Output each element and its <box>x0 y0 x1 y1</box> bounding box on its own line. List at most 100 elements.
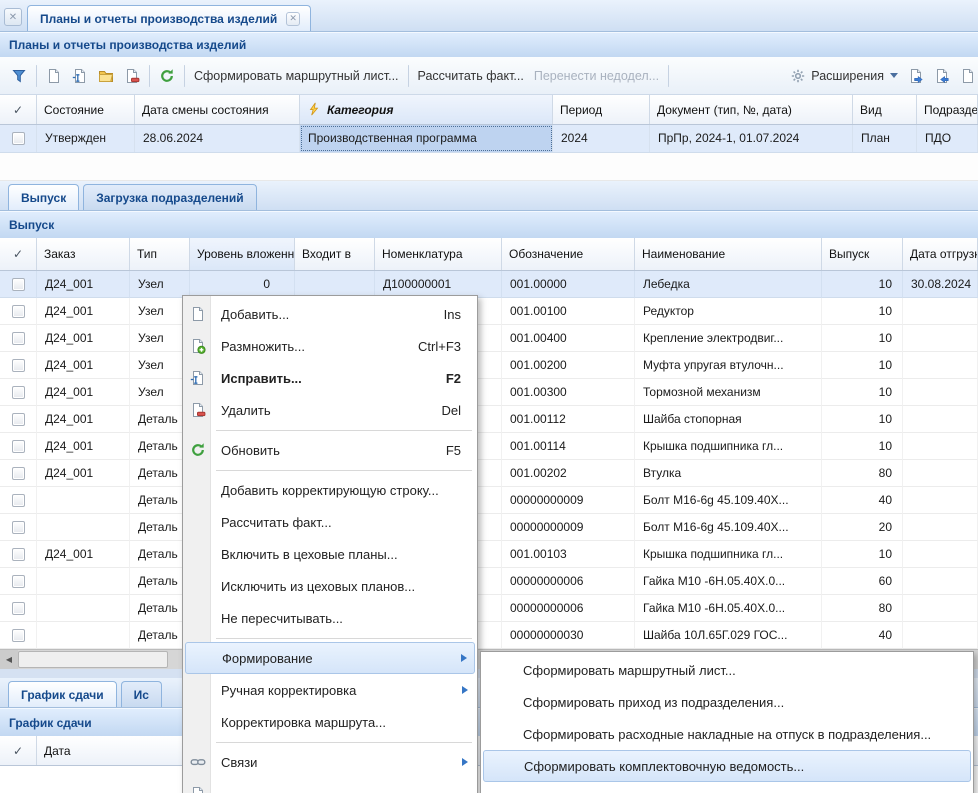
tab-zagruzka-podrazdeleniy[interactable]: Загрузка подразделений <box>83 184 256 210</box>
menu-item-refresh[interactable]: Обновить F5 <box>185 434 475 466</box>
tab-clipped[interactable]: Ис <box>121 681 162 707</box>
menu-item-no-recalc[interactable]: Не пересчитывать... <box>185 602 475 634</box>
row-checkbox[interactable] <box>12 521 25 534</box>
col-check[interactable]: ✓ <box>0 736 37 765</box>
col-type[interactable]: Тип <box>130 238 190 270</box>
row-checkbox[interactable] <box>12 413 25 426</box>
cell-category[interactable]: Производственная программа <box>300 125 553 152</box>
col-period[interactable]: Период <box>553 95 650 124</box>
menu-item-calc-fact[interactable]: Рассчитать факт... <box>185 506 475 538</box>
export-button[interactable] <box>903 63 929 89</box>
output-grid-row[interactable]: Д24_001 Узел 001.00300 Тормозной механиз… <box>0 379 978 406</box>
col-state-date[interactable]: Дата смены состояния <box>135 95 300 124</box>
output-grid-row[interactable]: Д24_001 Узел 001.00400 Крепление электро… <box>0 325 978 352</box>
row-checkbox[interactable] <box>12 278 25 291</box>
col-state[interactable]: Состояние <box>37 95 135 124</box>
row-checkbox[interactable] <box>12 332 25 345</box>
output-grid-row[interactable]: Д24_001 Деталь 001.00112 Шайба стопорная… <box>0 406 978 433</box>
row-checkbox[interactable] <box>12 602 25 615</box>
scroll-thumb[interactable] <box>18 651 168 668</box>
row-checkbox[interactable] <box>12 305 25 318</box>
output-grid-row[interactable]: Деталь 00000000009 Болт М16-6g 45.109.40… <box>0 487 978 514</box>
menu-item-manual-correction[interactable]: Ручная корректировка <box>185 674 475 706</box>
extensions-button[interactable]: Расширения <box>785 63 903 89</box>
clipped-edge-button[interactable] <box>955 63 978 89</box>
refresh-button[interactable] <box>154 63 180 89</box>
submenu-item-clipped[interactable]: Сф... <box>483 782 971 793</box>
col-check[interactable]: ✓ <box>0 95 37 124</box>
tab-vypusk[interactable]: Выпуск <box>8 184 79 210</box>
edit-button[interactable] <box>67 63 93 89</box>
menu-item-clipped[interactable] <box>185 778 475 793</box>
cell-document: ПрПр, 2024-1, 01.07.2024 <box>650 125 853 152</box>
cell-period: 2024 <box>553 125 650 152</box>
cell-output-qty: 40 <box>822 622 903 649</box>
toolbar: Сформировать маршрутный лист... Рассчита… <box>0 57 978 95</box>
add-button[interactable] <box>41 63 67 89</box>
col-check[interactable]: ✓ <box>0 238 37 270</box>
col-parent[interactable]: Входит в <box>295 238 375 270</box>
toolbar-separator <box>408 65 409 87</box>
row-checkbox[interactable] <box>12 440 25 453</box>
output-grid-row[interactable]: Д24_001 Узел 001.00200 Муфта упругая вту… <box>0 352 978 379</box>
tabstrip-close-button[interactable]: ✕ <box>4 8 22 26</box>
row-checkbox[interactable] <box>12 132 25 145</box>
row-checkbox[interactable] <box>12 467 25 480</box>
menu-item-exclude-shop-plans[interactable]: Исключить из цеховых планов... <box>185 570 475 602</box>
import-button[interactable] <box>929 63 955 89</box>
output-grid-row[interactable]: Деталь 00000000030 Шайба 10Л.65Г.029 ГОС… <box>0 622 978 649</box>
output-grid-row[interactable]: Д24_001 Узел 0 Д100000001 001.00000 Лебе… <box>0 271 978 298</box>
col-nesting-level[interactable]: Уровень вложенности <box>190 238 295 270</box>
row-checkbox[interactable] <box>12 575 25 588</box>
menu-item-formation[interactable]: Формирование <box>185 642 475 674</box>
menu-item-duplicate[interactable]: Размножить... Ctrl+F3 <box>185 330 475 362</box>
output-grid-row[interactable]: Деталь 00000000006 Гайка М10 -6Н.05.40Х.… <box>0 595 978 622</box>
menu-item-edit[interactable]: Исправить... F2 <box>185 362 475 394</box>
submenu-item-form-picking-list[interactable]: Сформировать комплектовочную ведомость..… <box>483 750 971 782</box>
menu-item-include-shop-plans[interactable]: Включить в цеховые планы... <box>185 538 475 570</box>
menu-item-links[interactable]: Связи <box>185 746 475 778</box>
col-ship-date[interactable]: Дата отгрузки <box>903 238 978 270</box>
output-grid-row[interactable]: Д24_001 Деталь 001.00114 Крышка подшипни… <box>0 433 978 460</box>
scroll-left-button[interactable]: ◀ <box>0 650 18 669</box>
menu-item-add-correction-row[interactable]: Добавить корректирующую строку... <box>185 474 475 506</box>
calc-fact-button[interactable]: Рассчитать факт... <box>413 63 529 89</box>
col-nomenclature[interactable]: Номенклатура <box>375 238 502 270</box>
col-output[interactable]: Выпуск <box>822 238 903 270</box>
col-kind[interactable]: Вид <box>853 95 917 124</box>
col-document[interactable]: Документ (тип, №, дата) <box>650 95 853 124</box>
menu-item-delete[interactable]: Удалить Del <box>185 394 475 426</box>
plans-grid-empty-area <box>0 153 978 181</box>
row-checkbox[interactable] <box>12 548 25 561</box>
output-grid-row[interactable]: Д24_001 Узел 001.00100 Редуктор 10 <box>0 298 978 325</box>
col-order[interactable]: Заказ <box>37 238 130 270</box>
col-department[interactable]: Подразделение <box>917 95 978 124</box>
cell-order <box>37 514 130 541</box>
tab-grafik-sdachi[interactable]: График сдачи <box>8 681 117 707</box>
delete-button[interactable] <box>119 63 145 89</box>
submenu-item-form-receipt[interactable]: Сформировать приход из подразделения... <box>483 686 971 718</box>
row-checkbox[interactable] <box>12 386 25 399</box>
row-checkbox[interactable] <box>12 494 25 507</box>
filter-button[interactable] <box>6 63 32 89</box>
open-button[interactable] <box>93 63 119 89</box>
menu-item-add[interactable]: Добавить... Ins <box>185 298 475 330</box>
row-checkbox[interactable] <box>12 359 25 372</box>
menu-item-route-correction[interactable]: Корректировка маршрута... <box>185 706 475 738</box>
output-grid-row[interactable]: Деталь 00000000006 Гайка М10 -6Н.05.40Х.… <box>0 568 978 595</box>
col-name[interactable]: Наименование <box>635 238 822 270</box>
output-grid-row[interactable]: Д24_001 Деталь 001.00103 Крышка подшипни… <box>0 541 978 568</box>
col-designation[interactable]: Обозначение <box>502 238 635 270</box>
row-checkbox[interactable] <box>12 629 25 642</box>
submenu-item-form-route-sheet[interactable]: Сформировать маршрутный лист... <box>483 654 971 686</box>
transfer-backlog-button[interactable]: Перенести недодел... <box>529 63 664 89</box>
output-grid-row[interactable]: Деталь 00000000009 Болт М16-6g 45.109.40… <box>0 514 978 541</box>
cell-type: Узел <box>130 271 190 298</box>
form-route-sheet-button[interactable]: Сформировать маршрутный лист... <box>189 63 404 89</box>
col-category[interactable]: Категория <box>300 95 553 124</box>
submenu-item-form-invoices[interactable]: Сформировать расходные накладные на отпу… <box>483 718 971 750</box>
output-grid-row[interactable]: Д24_001 Деталь 001.00202 Втулка 80 <box>0 460 978 487</box>
tab-plans-reports[interactable]: Планы и отчеты производства изделий ✕ <box>27 5 311 31</box>
plans-grid-row[interactable]: Утвержден 28.06.2024 Производственная пр… <box>0 125 978 153</box>
close-icon[interactable]: ✕ <box>286 12 300 26</box>
